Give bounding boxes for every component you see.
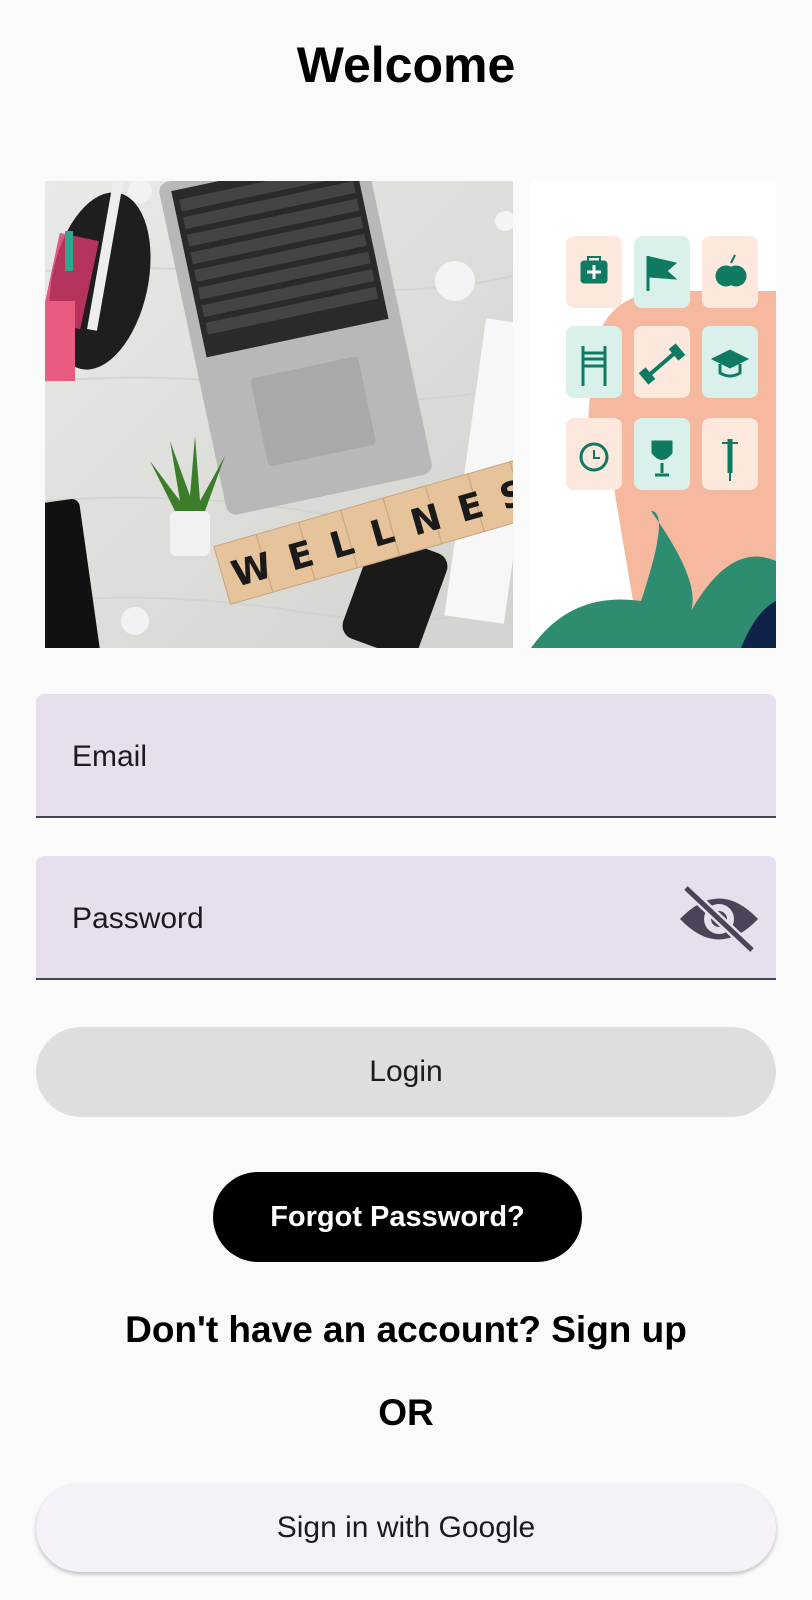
page-title: Welcome <box>296 37 516 93</box>
forgot-password-button[interactable]: Forgot Password? <box>213 1172 582 1262</box>
password-field[interactable]: Password <box>36 856 776 980</box>
visibility-off-icon[interactable] <box>676 884 762 954</box>
email-label: Email <box>72 740 148 773</box>
login-button[interactable]: Login <box>36 1027 776 1117</box>
wellness-icons-image <box>531 181 776 648</box>
wellness-desk-image: WELLNESS <box>45 181 513 648</box>
password-label: Password <box>72 902 204 935</box>
signup-link[interactable]: Don't have an account? Sign up <box>0 1309 812 1351</box>
or-divider: OR <box>378 1392 434 1433</box>
email-field[interactable]: Email <box>36 694 776 818</box>
google-signin-button[interactable]: Sign in with Google <box>36 1484 776 1572</box>
